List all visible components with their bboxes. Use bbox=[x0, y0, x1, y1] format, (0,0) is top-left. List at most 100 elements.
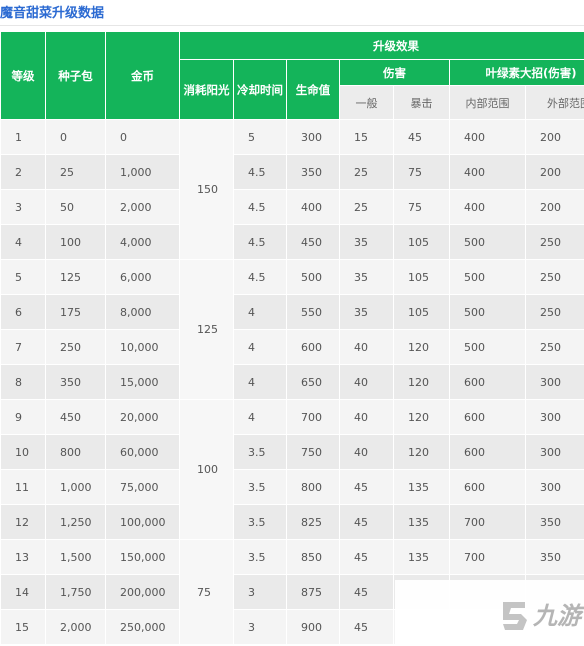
cell-hp: 400 bbox=[286, 189, 340, 225]
cell-hp: 450 bbox=[286, 224, 340, 260]
cell-seeds: 100 bbox=[45, 224, 106, 260]
cell-seeds: 0 bbox=[45, 119, 106, 155]
cell-level: 6 bbox=[0, 294, 46, 330]
cell-inner: 600 bbox=[449, 399, 526, 435]
cell-seeds: 50 bbox=[45, 189, 106, 225]
cell-cooldown: 4.5 bbox=[233, 189, 287, 225]
cell-gold: 200,000 bbox=[105, 574, 180, 610]
cell-level: 1 bbox=[0, 119, 46, 155]
table-row: 5 125 6,000 125 4.5 500 35 105 500 250 bbox=[0, 259, 584, 400]
cell-seeds: 350 bbox=[45, 364, 106, 400]
cell-crit: 135 bbox=[393, 504, 450, 540]
cell-outer: 250 bbox=[524, 294, 584, 330]
cell-cooldown: 4 bbox=[233, 294, 287, 330]
cell-inner: 600 bbox=[449, 364, 526, 400]
cell-inner: 700 bbox=[449, 504, 526, 540]
cell-gold: 100,000 bbox=[105, 504, 180, 540]
table-row: 11 1,000 75,000 3.5 800 45 135 600 300 bbox=[0, 469, 584, 505]
cell-inner: 500 bbox=[449, 294, 526, 330]
cell-crit: 135 bbox=[393, 539, 450, 575]
cell-level: 15 bbox=[0, 609, 46, 645]
cell-outer: 200 bbox=[524, 154, 584, 190]
cell-inner: 500 bbox=[449, 224, 526, 260]
cell-gold: 150,000 bbox=[105, 539, 180, 575]
cell-sun-cost: 150 bbox=[179, 119, 234, 260]
header-level: 等级 bbox=[0, 31, 46, 120]
cell-crit: 45 bbox=[393, 119, 450, 155]
table-row: 12 1,250 100,000 3.5 825 45 135 700 350 bbox=[0, 504, 584, 540]
cell-crit: 105 bbox=[393, 259, 450, 295]
cell-sun-cost: 75 bbox=[179, 539, 234, 645]
cell-inner: 400 bbox=[449, 119, 526, 155]
table-row: 8 350 15,000 4 650 40 120 600 300 bbox=[0, 364, 584, 400]
cell-level: 12 bbox=[0, 504, 46, 540]
cell-sun-cost: 125 bbox=[179, 259, 234, 400]
cell-crit: 120 bbox=[393, 329, 450, 365]
header-sun-cost: 消耗阳光 bbox=[179, 59, 234, 120]
table-row: 6 175 8,000 4 550 35 105 500 250 bbox=[0, 294, 584, 330]
cell-cooldown: 4.5 bbox=[233, 154, 287, 190]
cell-gold: 6,000 bbox=[105, 259, 180, 295]
cell-gold: 75,000 bbox=[105, 469, 180, 505]
cell-level: 2 bbox=[0, 154, 46, 190]
cell-outer: 200 bbox=[524, 189, 584, 225]
cell-level: 14 bbox=[0, 574, 46, 610]
cell-normal: 45 bbox=[339, 469, 394, 505]
cell-gold: 0 bbox=[105, 119, 180, 155]
header-ult-inner: 内部范围 bbox=[449, 85, 526, 120]
cell-inner: 400 bbox=[449, 154, 526, 190]
cell-crit: 135 bbox=[393, 469, 450, 505]
cell-level: 3 bbox=[0, 189, 46, 225]
cell-normal: 45 bbox=[339, 504, 394, 540]
cell-seeds: 25 bbox=[45, 154, 106, 190]
cell-cooldown: 4.5 bbox=[233, 224, 287, 260]
cell-seeds: 1,750 bbox=[45, 574, 106, 610]
cell-hp: 900 bbox=[286, 609, 340, 645]
header-upgrade-effect: 升级效果 bbox=[178, 31, 584, 60]
header-cooldown: 冷却时间 bbox=[233, 59, 287, 120]
cell-normal: 45 bbox=[339, 609, 394, 645]
cell-level: 10 bbox=[0, 434, 46, 470]
cell-seeds: 800 bbox=[45, 434, 106, 470]
cell-hp: 825 bbox=[286, 504, 340, 540]
cell-outer: 300 bbox=[524, 364, 584, 400]
cell-outer: 200 bbox=[524, 119, 584, 155]
cell-hp: 600 bbox=[286, 329, 340, 365]
cell-normal: 35 bbox=[339, 259, 394, 295]
cell-cooldown: 3 bbox=[233, 574, 287, 610]
cell-outer: 300 bbox=[524, 469, 584, 505]
cell-inner: 600 bbox=[449, 469, 526, 505]
table-row: 7 250 10,000 4 600 40 120 500 250 bbox=[0, 329, 584, 365]
cell-crit: 75 bbox=[393, 154, 450, 190]
cell-cooldown: 4 bbox=[233, 399, 287, 435]
cell-cooldown: 3.5 bbox=[233, 539, 287, 575]
cell-seeds: 1,250 bbox=[45, 504, 106, 540]
cell-normal: 40 bbox=[339, 329, 394, 365]
cell-outer: 250 bbox=[524, 224, 584, 260]
table-row: 13 1,500 150,000 75 3.5 850 45 135 700 350 bbox=[0, 539, 584, 645]
cell-inner: 400 bbox=[449, 189, 526, 225]
cell-gold: 60,000 bbox=[105, 434, 180, 470]
cell-outer: 250 bbox=[524, 329, 584, 365]
table-row: 10 800 60,000 3.5 750 40 120 600 300 bbox=[0, 434, 584, 470]
cell-normal: 35 bbox=[339, 224, 394, 260]
header-damage-normal: 一般 bbox=[339, 85, 394, 120]
cell-crit: 105 bbox=[393, 294, 450, 330]
cell-crit: 75 bbox=[393, 189, 450, 225]
cell-hp: 550 bbox=[286, 294, 340, 330]
cell-crit: 120 bbox=[393, 399, 450, 435]
cell-normal: 15 bbox=[339, 119, 394, 155]
cell-normal: 25 bbox=[339, 189, 394, 225]
cell-hp: 800 bbox=[286, 469, 340, 505]
cell-level: 13 bbox=[0, 539, 46, 575]
cell-seeds: 1,000 bbox=[45, 469, 106, 505]
cell-normal: 35 bbox=[339, 294, 394, 330]
cell-hp: 650 bbox=[286, 364, 340, 400]
table-row: 3 50 2,000 4.5 400 25 75 400 200 bbox=[0, 189, 584, 225]
watermark: 九游 bbox=[395, 580, 584, 646]
cell-crit: 120 bbox=[393, 364, 450, 400]
cell-gold: 2,000 bbox=[105, 189, 180, 225]
cell-crit: 120 bbox=[393, 434, 450, 470]
cell-seeds: 450 bbox=[45, 399, 106, 435]
cell-normal: 40 bbox=[339, 434, 394, 470]
